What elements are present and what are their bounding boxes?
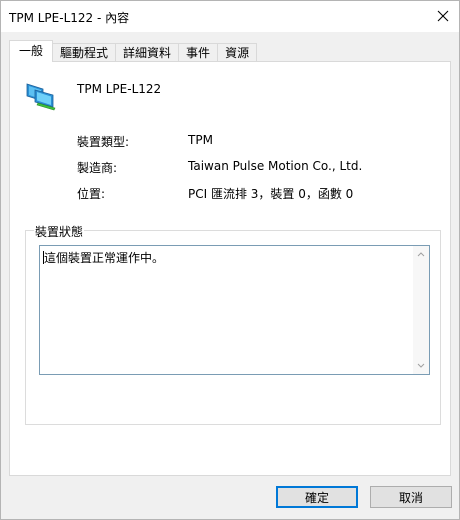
scroll-up-button[interactable] (413, 246, 429, 262)
vertical-scrollbar[interactable] (413, 246, 429, 374)
device-status-text: 這個裝置正常運作中。 (44, 251, 165, 265)
device-type-value: TPM (188, 133, 213, 147)
device-name: TPM LPE-L122 (77, 82, 162, 96)
manufacturer-value: Taiwan Pulse Motion Co., Ltd. (188, 159, 363, 173)
chevron-down-icon (417, 363, 425, 368)
scroll-down-button[interactable] (413, 358, 429, 374)
tab-resources[interactable]: 資源 (218, 43, 258, 62)
title-bar: TPM LPE-L122 - 內容 (1, 1, 459, 32)
monitor-icon (24, 81, 58, 114)
manufacturer-label: 製造商: (77, 161, 118, 175)
device-status-group: 裝置狀態 這個裝置正常運作中。 (25, 223, 441, 425)
device-status-textbox[interactable]: 這個裝置正常運作中。 (39, 245, 430, 375)
window-title: TPM LPE-L122 - 內容 (9, 11, 130, 25)
cancel-button[interactable]: 取消 (370, 486, 452, 508)
device-status-legend: 裝置狀態 (34, 223, 85, 240)
location-value: PCI 匯流排 3，裝置 0，函數 0 (188, 187, 354, 201)
ok-button[interactable]: 確定 (276, 486, 358, 508)
chevron-up-icon (417, 252, 425, 257)
status-text-line: 這個裝置正常運作中。 (43, 249, 164, 266)
close-icon (437, 10, 449, 22)
tab-general[interactable]: 一般 (9, 40, 54, 62)
tab-driver[interactable]: 驅動程式 (53, 43, 117, 62)
tab-details[interactable]: 詳細資料 (116, 43, 180, 62)
tab-strip: 一般 驅動程式 詳細資料 事件 資源 (9, 40, 258, 62)
location-label: 位置: (77, 187, 106, 201)
properties-dialog: TPM LPE-L122 - 內容 一般 驅動程式 詳細資料 事件 資源 TPM… (0, 0, 460, 520)
close-button[interactable] (433, 6, 453, 26)
tab-events[interactable]: 事件 (179, 43, 219, 62)
general-tab-panel: TPM LPE-L122 裝置類型: TPM 製造商: Taiwan Pulse… (9, 61, 451, 476)
device-type-label: 裝置類型: (77, 135, 130, 149)
